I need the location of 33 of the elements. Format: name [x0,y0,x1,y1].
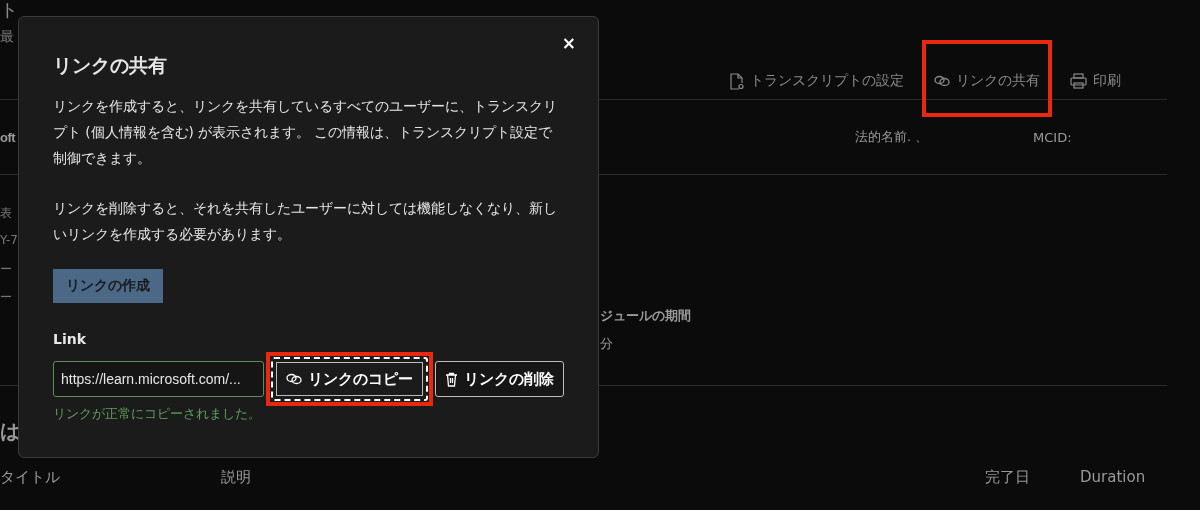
schedule-duration-label: ジュールの期間 [600,307,692,325]
document-gear-icon [730,72,744,90]
copy-link-button[interactable]: リンクのコピー [271,357,428,401]
page-subtitle: 最 [0,27,14,46]
column-header: 完了日 [985,468,1030,486]
schedule-duration-value: 分 [600,335,614,353]
close-button[interactable]: × [557,31,580,55]
detail-text: 表 [0,206,12,220]
toolbar-button[interactable]: 印刷 [1062,68,1129,94]
link-label: Link [53,331,86,347]
profile-name: oft [0,129,16,145]
toolbar-button[interactable]: トランスクリプトの設定 [722,68,912,94]
link-icon [934,75,950,87]
delete-link-button[interactable]: リンクの削除 [435,361,564,397]
section-heading: は [0,419,20,443]
dialog-paragraph: リンクを作成すると、リンクを共有しているすべてのユーザーに、トランスクリプト (個人情報を含む) が表示されます。 この情報は、トランスクリプト設定で制御できます。 [53,97,558,168]
trash-icon [445,371,458,387]
page-title: ト [0,0,19,22]
detail-text: ー [0,262,12,276]
mcid-label: MCID: [1033,129,1072,145]
link-field[interactable]: https://learn.microsoft.com/... [53,361,264,397]
column-header: Duration [1080,468,1146,486]
detail-text: ー [0,290,12,304]
printer-icon [1070,73,1087,89]
dialog-paragraph: リンクを削除すると、それを共有したユーザーに対しては機能しなくなり、新しいリンクを作成する必要があります。 [53,199,558,244]
column-header: タイトル [0,468,60,486]
detail-text: Y-7 [0,233,18,247]
column-header: 説明 [221,468,251,486]
success-message: リンクが正常にコピーされました。 [53,405,262,423]
legal-name-label: 法的名前. 、 [855,128,929,146]
dialog-title: リンクの共有 [53,53,168,78]
toolbar-button[interactable]: リンクの共有 [926,68,1048,94]
link-icon [286,373,302,385]
